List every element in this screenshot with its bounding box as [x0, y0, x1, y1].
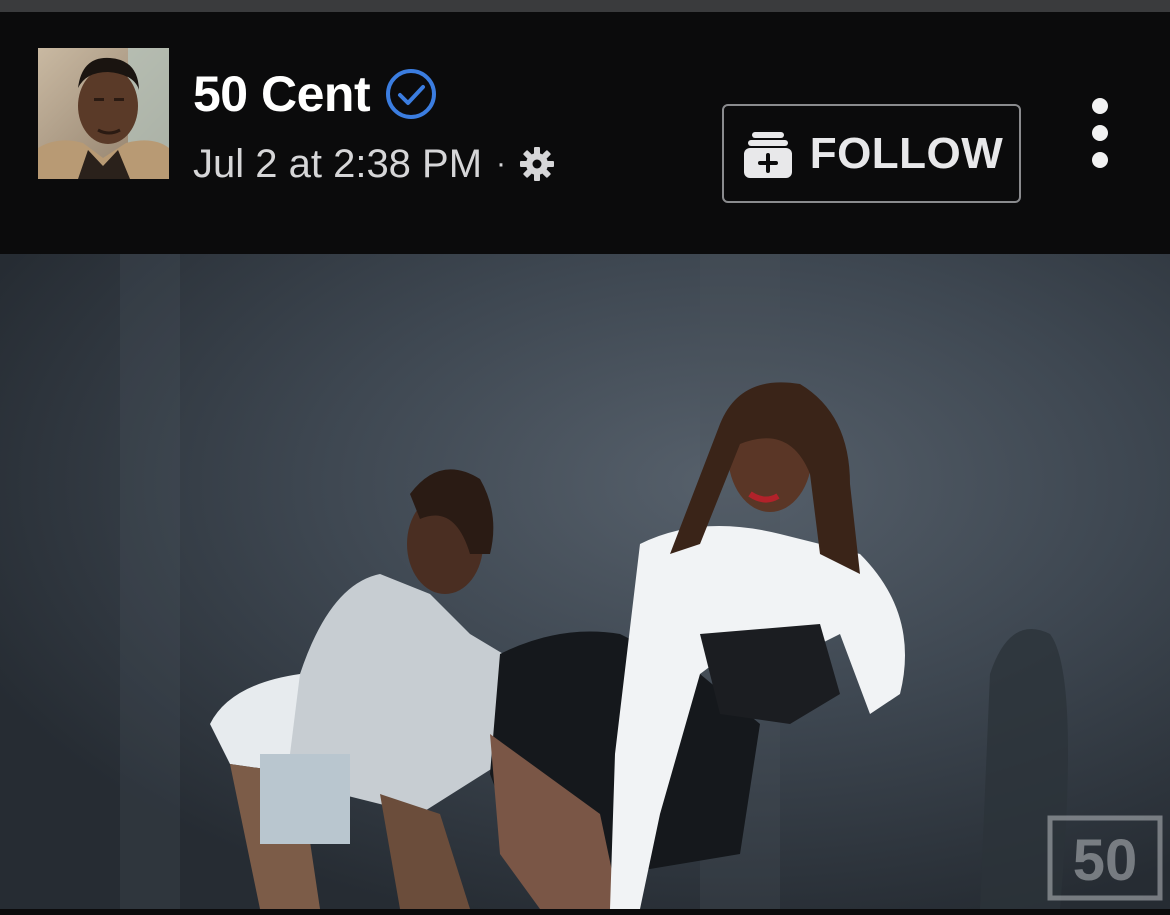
more-vertical-icon-dot [1092, 125, 1108, 141]
post-timestamp[interactable]: Jul 2 at 2:38 PM [193, 140, 482, 188]
status-strip [0, 0, 1170, 12]
watermark-text: 50 [1073, 828, 1138, 893]
bottom-strip [0, 909, 1170, 915]
gear-icon[interactable] [516, 143, 558, 185]
follow-button[interactable]: FOLLOW [722, 104, 1021, 203]
post-video[interactable]: 50 [0, 254, 1170, 909]
author-name[interactable]: 50 Cent [193, 64, 371, 124]
post-header: 50 Cent Jul 2 at 2:38 PM · FOLLOW [0, 12, 1170, 254]
avatar-image [38, 48, 169, 179]
more-vertical-icon-dot [1092, 98, 1108, 114]
follow-label: FOLLOW [809, 128, 1004, 178]
more-vertical-icon-dot [1092, 152, 1108, 168]
add-to-feed-icon [743, 131, 792, 178]
video-frame: 50 [0, 254, 1170, 909]
meta-separator: · [496, 147, 507, 180]
verified-badge-icon [386, 69, 437, 119]
post-meta: Jul 2 at 2:38 PM · [193, 140, 558, 188]
author-row: 50 Cent [193, 64, 438, 124]
avatar[interactable] [38, 48, 169, 179]
more-options-button[interactable] [1076, 98, 1124, 168]
